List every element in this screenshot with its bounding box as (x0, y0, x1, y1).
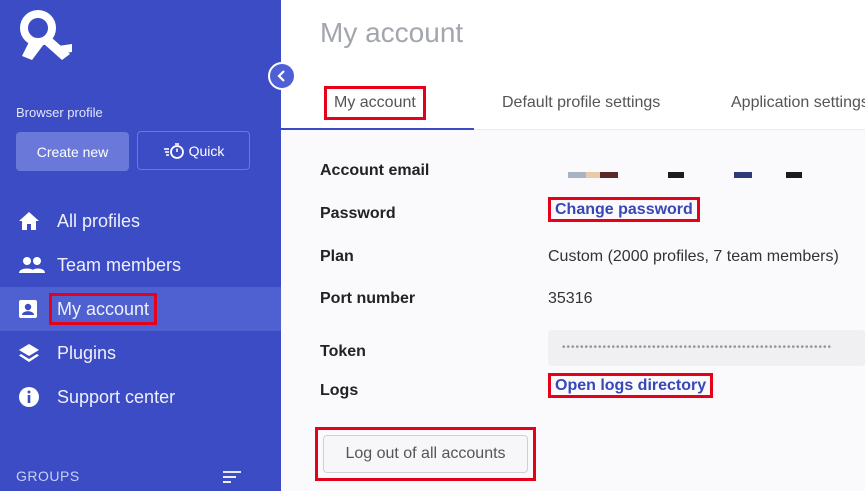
layers-icon (18, 342, 46, 364)
tab-application-settings[interactable]: Application settings (731, 76, 865, 130)
sort-icon[interactable] (222, 470, 242, 484)
tab-bar: My account Default profile settings Appl… (281, 76, 865, 130)
change-password-link-text: Change password (548, 197, 700, 222)
open-logs-directory-link-text: Open logs directory (548, 373, 714, 398)
sidebar-nav: All profiles Team members My account Plu… (0, 199, 281, 419)
info-icon (18, 386, 46, 408)
sidebar-item-all-profiles[interactable]: All profiles (0, 199, 281, 243)
tab-my-account[interactable]: My account (324, 76, 426, 130)
groups-label: GROUPS (16, 468, 80, 484)
sidebar: Browser profile Create new Quick All pro… (0, 0, 296, 491)
port-number-label: Port number (320, 290, 416, 307)
tab-default-profile-settings[interactable]: Default profile settings (502, 76, 660, 130)
plan-label: Plan (320, 248, 354, 265)
account-details: Account email Password Change password P… (281, 130, 865, 491)
sidebar-item-label: Plugins (57, 342, 117, 363)
sidebar-item-label: Team members (57, 254, 182, 275)
browser-profile-label: Browser profile (16, 105, 103, 120)
tab-label: My account (324, 86, 426, 120)
plan-value: Custom (2000 profiles, 7 team members) (548, 248, 839, 265)
create-new-button[interactable]: Create new (16, 132, 129, 171)
sidebar-item-my-account[interactable]: My account (0, 287, 281, 331)
main-panel: My account My account Default profile se… (281, 0, 865, 491)
app-logo-icon (20, 10, 72, 60)
sidebar-item-support-center[interactable]: Support center (0, 375, 281, 419)
sidebar-item-label: All profiles (57, 210, 141, 231)
account-email-label: Account email (320, 162, 430, 179)
quick-button-label: Quick (188, 142, 225, 159)
account-box-icon (18, 298, 46, 320)
page-title: My account (320, 17, 464, 48)
account-email-value-redacted (568, 172, 808, 180)
chevron-left-icon (277, 70, 285, 82)
quick-timer-icon (163, 142, 184, 159)
log-out-all-accounts-button[interactable]: Log out of all accounts (323, 435, 528, 473)
home-icon (18, 210, 46, 232)
token-field[interactable]: ••••••••••••••••••••••••••••••••••••••••… (548, 330, 865, 366)
open-logs-directory-link[interactable]: Open logs directory (548, 373, 714, 398)
password-label: Password (320, 205, 396, 222)
sidebar-item-label: My account (49, 293, 158, 325)
change-password-link[interactable]: Change password (548, 197, 700, 222)
logs-label: Logs (320, 382, 359, 399)
sidebar-item-plugins[interactable]: Plugins (0, 331, 281, 375)
people-icon (18, 254, 46, 276)
token-label: Token (320, 343, 366, 360)
logout-highlight: Log out of all accounts (315, 427, 536, 481)
sidebar-item-team-members[interactable]: Team members (0, 243, 281, 287)
port-number-value: 35316 (548, 290, 593, 307)
collapse-sidebar-button[interactable] (268, 62, 296, 90)
sidebar-item-label: Support center (57, 386, 176, 407)
quick-button[interactable]: Quick (137, 131, 250, 170)
